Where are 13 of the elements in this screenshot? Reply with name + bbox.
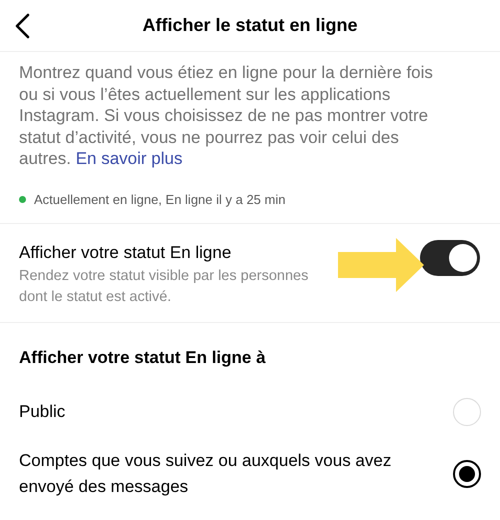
radio-button[interactable] (453, 460, 481, 488)
description-text: Montrez quand vous étiez en ligne pour la dernière fois ou si vous l’êtes actuellement sur les applications Instagram. Si vous choisissez de ne pas montrer votre statut d’activité, vous ne pourrez pas voir celui des autres. En savoir plus (18, 62, 434, 170)
learn-more-link[interactable]: En savoir plus (76, 149, 182, 168)
online-status-text: Actuellement en ligne, En ligne il y a 25 min (34, 190, 286, 209)
back-button[interactable] (14, 13, 30, 39)
option-label: Comptes que vous suivez ou auxquels vous avez envoyé des messages (19, 450, 392, 498)
toggle-switch[interactable] (420, 240, 480, 276)
setting-description: Rendez votre statut visible par les personnes dont le statut est activé. (19, 266, 310, 306)
option-label: Public (19, 401, 66, 424)
online-dot-icon (19, 196, 26, 203)
setting-title: Afficher votre statut En ligne (19, 242, 232, 264)
page-title: Afficher le statut en ligne (142, 14, 358, 37)
section-heading: Afficher votre statut En ligne à (18, 346, 267, 369)
